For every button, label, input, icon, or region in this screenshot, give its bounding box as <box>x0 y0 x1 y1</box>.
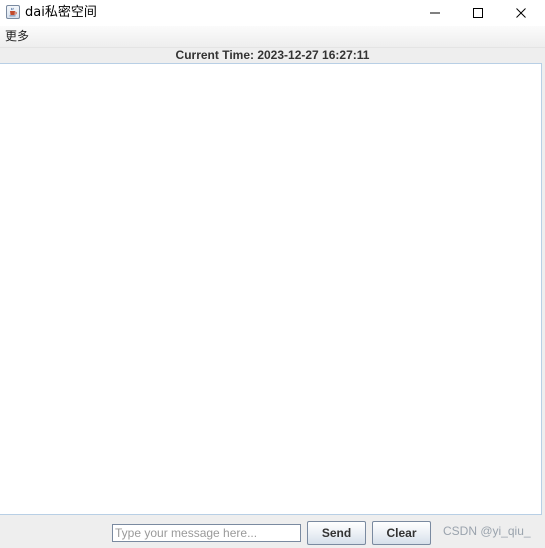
message-input[interactable] <box>112 524 301 542</box>
java-cup-icon <box>6 5 20 19</box>
send-button[interactable]: Send <box>307 521 366 545</box>
maximize-button[interactable] <box>456 0 500 26</box>
minimize-icon <box>430 12 440 14</box>
close-button[interactable] <box>499 0 543 26</box>
app-window: dai私密空间 更多 Current Time: 2023-12-27 16:2… <box>0 0 545 548</box>
clear-button[interactable]: Clear <box>372 521 431 545</box>
maximize-icon <box>473 8 483 18</box>
current-time-label: Current Time: 2023-12-27 16:27:11 <box>175 48 370 62</box>
message-display-area[interactable] <box>0 63 542 515</box>
time-row: Current Time: 2023-12-27 16:27:11 <box>0 48 545 63</box>
minimize-button[interactable] <box>413 0 457 26</box>
close-icon <box>516 8 526 18</box>
csdn-watermark: CSDN @yi_qiu_ <box>443 524 531 538</box>
menu-bar: 更多 <box>0 26 545 48</box>
menu-item-more[interactable]: 更多 <box>5 28 29 44</box>
title-bar[interactable]: dai私密空间 <box>0 0 545 26</box>
window-title: dai私密空间 <box>25 5 97 20</box>
